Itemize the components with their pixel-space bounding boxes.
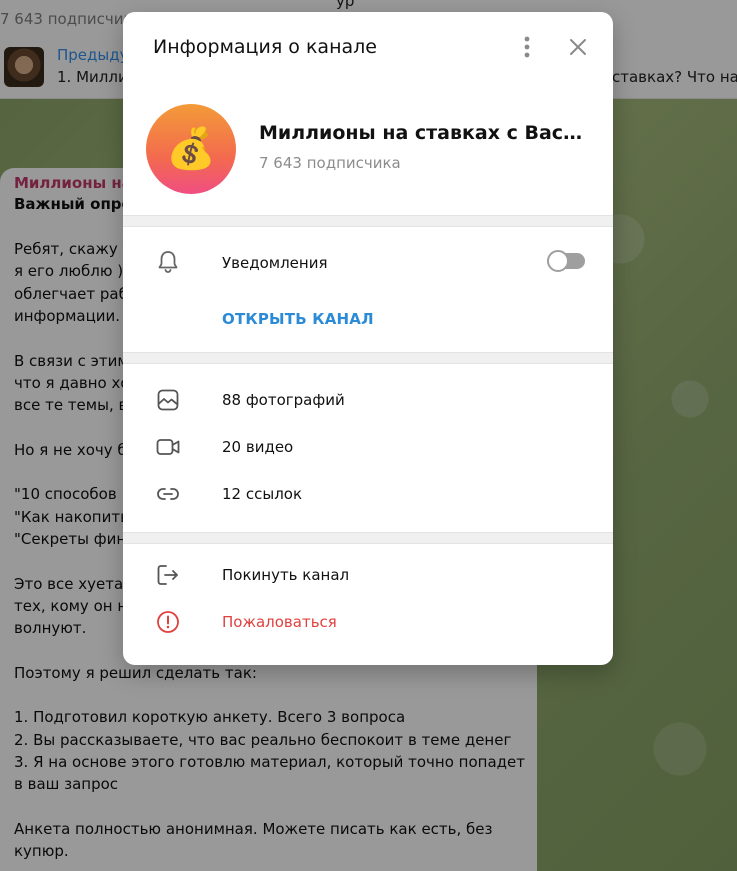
dialog-title: Информация о канале bbox=[153, 36, 377, 58]
report-button[interactable]: Пожаловаться bbox=[222, 613, 337, 631]
notifications-toggle[interactable] bbox=[547, 250, 585, 272]
notifications-label: Уведомления bbox=[222, 254, 328, 272]
channel-name: Миллионы на ставках с Васил... bbox=[259, 122, 591, 144]
section-divider bbox=[123, 215, 613, 227]
section-divider bbox=[123, 532, 613, 544]
money-bag-icon: 💰 bbox=[166, 126, 216, 172]
warning-icon bbox=[157, 611, 179, 633]
channel-info-dialog: Информация о канале 💰 Миллионы на ставка… bbox=[123, 12, 613, 665]
photo-icon bbox=[157, 389, 179, 411]
link-icon bbox=[157, 488, 179, 500]
bell-icon bbox=[158, 251, 178, 273]
media-links[interactable]: 12 ссылок bbox=[222, 485, 302, 503]
open-channel-button[interactable]: ОТКРЫТЬ КАНАЛ bbox=[222, 310, 374, 328]
close-icon bbox=[570, 39, 586, 55]
close-button[interactable] bbox=[563, 32, 593, 62]
toggle-knob bbox=[547, 250, 569, 272]
more-vertical-icon bbox=[524, 36, 530, 58]
more-options-button[interactable] bbox=[515, 32, 539, 62]
leave-channel-button[interactable]: Покинуть канал bbox=[222, 566, 349, 584]
leave-icon bbox=[157, 565, 178, 585]
video-icon bbox=[156, 439, 180, 455]
channel-subscribers: 7 643 подписчика bbox=[259, 154, 401, 172]
media-videos[interactable]: 20 видео bbox=[222, 438, 293, 456]
channel-avatar[interactable]: 💰 bbox=[146, 104, 236, 194]
section-divider bbox=[123, 352, 613, 364]
media-photos[interactable]: 88 фотографий bbox=[222, 391, 345, 409]
